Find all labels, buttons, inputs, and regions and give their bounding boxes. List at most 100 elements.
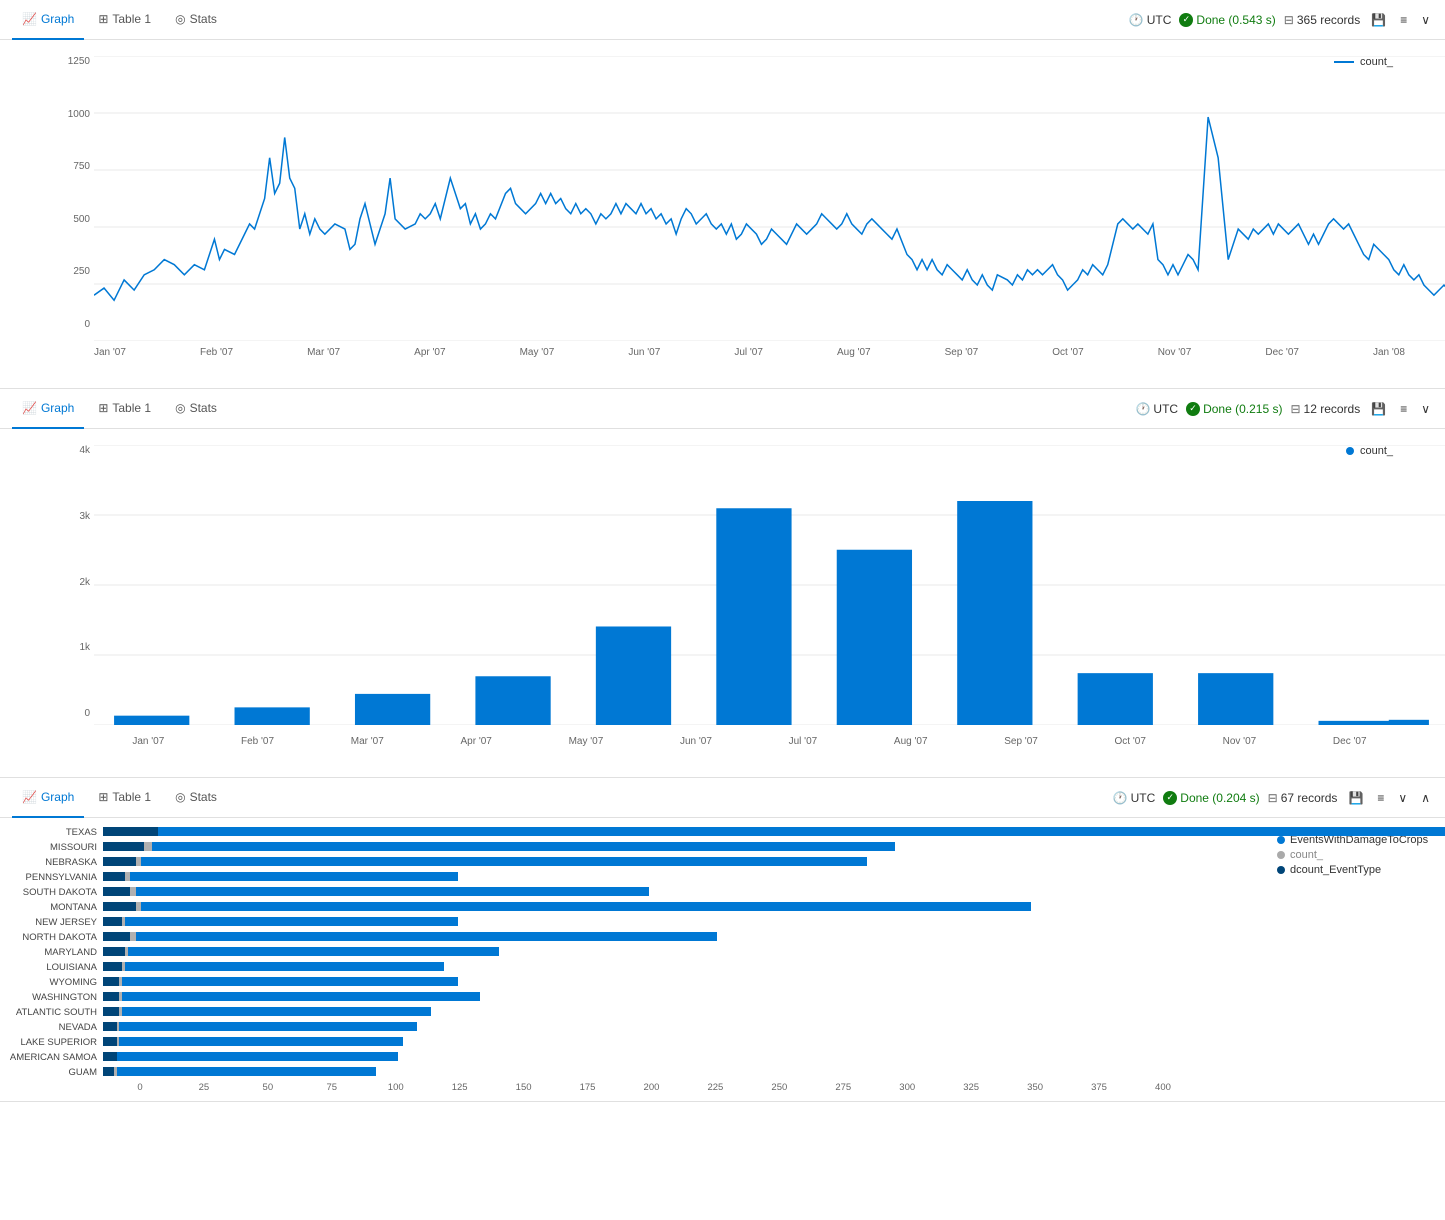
y-axis-1: 1250 1000 750 500 250 0 xyxy=(50,56,90,330)
hbar-legend-label-2: count_ xyxy=(1290,849,1323,861)
hbar-row-3: PENNSYLVANIA xyxy=(8,871,1265,883)
chevron-down-icon-2[interactable]: ∨ xyxy=(1418,399,1433,419)
x-axis-1: Jan '07 Feb '07 Mar '07 Apr '07 May '07 … xyxy=(94,347,1405,358)
hbar-row-9: LOUISIANA xyxy=(8,961,1265,973)
tab-stats-2[interactable]: ◎ Stats xyxy=(165,389,227,429)
hbar-dark-15 xyxy=(103,1052,117,1061)
hbar-legend-dot-2 xyxy=(1277,851,1285,859)
hbar-blue-12 xyxy=(103,1007,431,1016)
hbar-row-10: WYOMING xyxy=(8,976,1265,988)
hbar-rows-container: TEXASMISSOURINEBRASKAPENNSYLVANIASOUTH D… xyxy=(8,826,1265,1078)
tab-graph-1[interactable]: 📈 Graph xyxy=(12,0,84,40)
hbar-row-12: ATLANTIC SOUTH xyxy=(8,1006,1265,1018)
hbar-blue-7 xyxy=(103,932,717,941)
tab-stats-label-1: Stats xyxy=(190,12,217,26)
save-btn-2[interactable]: 💾 xyxy=(1368,399,1389,419)
stats-icon-1: ◎ xyxy=(175,12,185,26)
hbar-x-axis: 0 25 50 75 100 125 150 175 200 225 250 2… xyxy=(108,1082,1265,1093)
done-label-1: Done (0.543 s) xyxy=(1196,13,1275,27)
hbar-chart-left: TEXASMISSOURINEBRASKAPENNSYLVANIASOUTH D… xyxy=(0,826,1265,1093)
tab-graph-label-2: Graph xyxy=(41,401,74,415)
panel3-toolbar: 📈 Graph ⊞ Table 1 ◎ Stats 🕐 UTC ✓ Done (… xyxy=(0,778,1445,818)
panel2-tabs: 📈 Graph ⊞ Table 1 ◎ Stats xyxy=(12,389,1135,429)
hbar-blue-14 xyxy=(103,1037,403,1046)
tab-graph-label-1: Graph xyxy=(41,12,74,26)
table-icon-2: ⊞ xyxy=(98,401,108,415)
status-done-3: ✓ Done (0.204 s) xyxy=(1163,791,1259,805)
hbar-row-11: WASHINGTON xyxy=(8,991,1265,1003)
hbar-row-16: GUAM xyxy=(8,1066,1265,1078)
hbar-dark-10 xyxy=(103,977,119,986)
x-axis-2: Jan '07 Feb '07 Mar '07 Apr '07 May '07 … xyxy=(94,736,1405,747)
hbar-blue-5 xyxy=(103,902,1031,911)
status-utc-2: 🕐 UTC xyxy=(1135,402,1178,416)
hbar-dark-16 xyxy=(103,1067,114,1076)
tab-table-2[interactable]: ⊞ Table 1 xyxy=(88,389,161,429)
tab-stats-label-2: Stats xyxy=(190,401,217,415)
chevron-down-icon-3[interactable]: ∨ xyxy=(1395,788,1410,808)
records-label-1: 365 records xyxy=(1297,13,1360,27)
layout-btn-2[interactable]: ≡ xyxy=(1397,399,1410,419)
hbar-row-6: NEW JERSEY xyxy=(8,916,1265,928)
done-label-3: Done (0.204 s) xyxy=(1180,791,1259,805)
panel2-status: 🕐 UTC ✓ Done (0.215 s) ⊟ 12 records 💾 ≡ … xyxy=(1135,399,1433,419)
timezone-label-3: UTC xyxy=(1131,791,1156,805)
panel1-toolbar: 📈 Graph ⊞ Table 1 ◎ Stats 🕐 UTC ✓ Done (… xyxy=(0,0,1445,40)
hbar-row-8: MARYLAND xyxy=(8,946,1265,958)
hbar-dark-6 xyxy=(103,917,122,926)
panel1-tabs: 📈 Graph ⊞ Table 1 ◎ Stats xyxy=(12,0,1129,40)
hbar-blue-8 xyxy=(103,947,499,956)
layout-btn-1[interactable]: ≡ xyxy=(1397,10,1410,30)
status-utc-1: 🕐 UTC xyxy=(1129,13,1172,27)
hbar-row-2: NEBRASKA xyxy=(8,856,1265,868)
hbar-dark-4 xyxy=(103,887,130,896)
tab-table-1[interactable]: ⊞ Table 1 xyxy=(88,0,161,40)
tab-table-label-1: Table 1 xyxy=(112,12,151,26)
save-btn-3[interactable]: 💾 xyxy=(1345,788,1366,808)
hbar-dark-12 xyxy=(103,1007,119,1016)
hbar-dark-8 xyxy=(103,947,125,956)
hbar-blue-3 xyxy=(103,872,458,881)
save-btn-1[interactable]: 💾 xyxy=(1368,10,1389,30)
graph-icon-1: 📈 xyxy=(22,12,37,26)
hbar-row-13: NEVADA xyxy=(8,1021,1265,1033)
panel2-toolbar: 📈 Graph ⊞ Table 1 ◎ Stats 🕐 UTC ✓ Done (… xyxy=(0,389,1445,429)
tab-graph-2[interactable]: 📈 Graph xyxy=(12,389,84,429)
chevron-down-icon-1[interactable]: ∨ xyxy=(1418,10,1433,30)
graph-icon-3: 📈 xyxy=(22,790,37,804)
hbar-dark-3 xyxy=(103,872,125,881)
hbar-blue-6 xyxy=(103,917,458,926)
hbar-row-14: LAKE SUPERIOR xyxy=(8,1036,1265,1048)
expand-btn-3[interactable]: ∧ xyxy=(1418,788,1433,808)
tab-stats-3[interactable]: ◎ Stats xyxy=(165,778,227,818)
check-icon-1: ✓ xyxy=(1179,13,1193,27)
hbar-row-0: TEXAS xyxy=(8,826,1265,838)
tab-graph-3[interactable]: 📈 Graph xyxy=(12,778,84,818)
tab-table-label-3: Table 1 xyxy=(112,790,151,804)
hbar-row-5: MONTANA xyxy=(8,901,1265,913)
tab-stats-1[interactable]: ◎ Stats xyxy=(165,0,227,40)
status-done-2: ✓ Done (0.215 s) xyxy=(1186,402,1282,416)
tab-table-label-2: Table 1 xyxy=(112,401,151,415)
line-chart-svg xyxy=(94,56,1445,341)
panel3-tabs: 📈 Graph ⊞ Table 1 ◎ Stats xyxy=(12,778,1113,818)
tab-graph-label-3: Graph xyxy=(41,790,74,804)
hbar-legend: EventsWithDamageToCrops count_ dcount_Ev… xyxy=(1265,826,1445,1093)
check-icon-3: ✓ xyxy=(1163,791,1177,805)
hbar-chart-area: TEXASMISSOURINEBRASKAPENNSYLVANIASOUTH D… xyxy=(0,818,1445,1101)
done-label-2: Done (0.215 s) xyxy=(1203,402,1282,416)
hbar-blue-16 xyxy=(103,1067,376,1076)
hbar-row-4: SOUTH DAKOTA xyxy=(8,886,1265,898)
clock-icon-1: 🕐 xyxy=(1129,13,1144,27)
hbar-blue-2 xyxy=(103,857,867,866)
timezone-label-2: UTC xyxy=(1153,402,1178,416)
records-label-3: 67 records xyxy=(1281,791,1338,805)
graph-icon-2: 📈 xyxy=(22,401,37,415)
layout-btn-3[interactable]: ≡ xyxy=(1374,788,1387,808)
hbar-dark-7 xyxy=(103,932,130,941)
table-icon-3: ⊞ xyxy=(98,790,108,804)
clock-icon-3: 🕐 xyxy=(1113,791,1128,805)
tab-table-3[interactable]: ⊞ Table 1 xyxy=(88,778,161,818)
clock-icon-2: 🕐 xyxy=(1135,402,1150,416)
hbar-legend-item-3: dcount_EventType xyxy=(1277,864,1433,876)
